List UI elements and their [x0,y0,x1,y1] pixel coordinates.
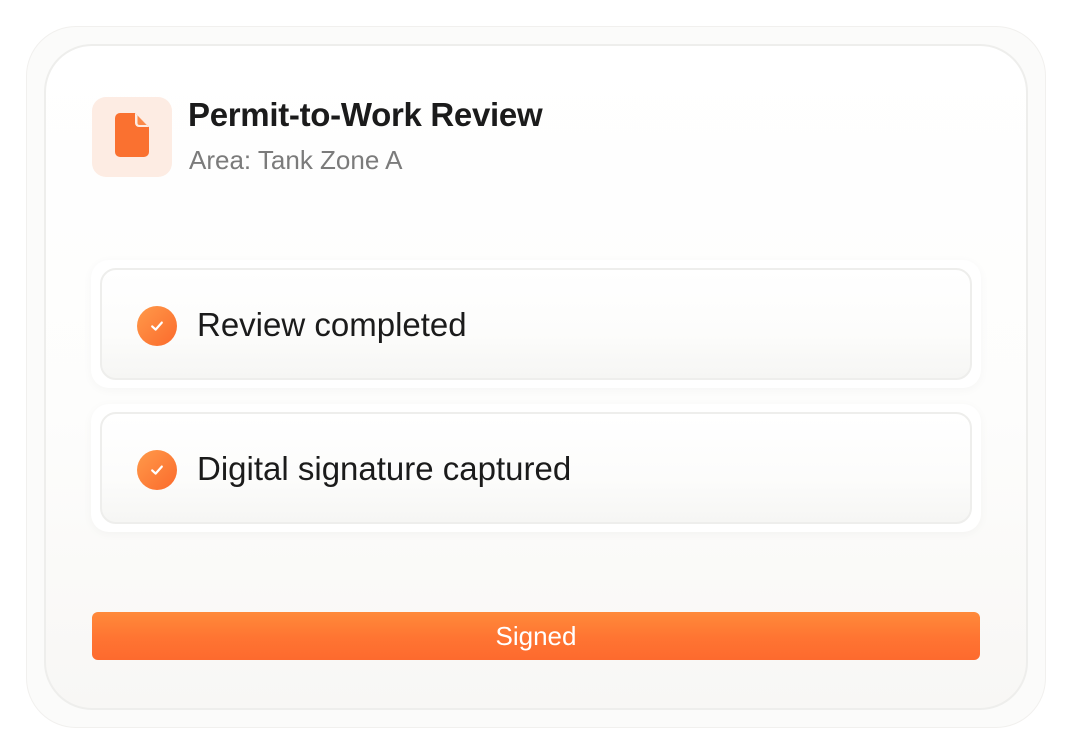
checklist-item-review: Review completed [91,260,981,388]
document-icon-tile [92,97,172,177]
checklist-item-signature: Digital signature captured [91,404,981,532]
page-title: Permit-to-Work Review [188,96,543,133]
check-icon [137,450,177,490]
signed-button[interactable]: Signed [92,612,980,660]
document-icon [115,112,149,162]
checklist-item-panel: Digital signature captured [100,412,972,524]
checklist-item-label: Digital signature captured [197,450,572,487]
check-icon [137,306,177,346]
area-subtitle: Area: Tank Zone A [189,145,403,175]
checklist-item-label: Review completed [197,306,467,343]
checklist-item-panel: Review completed [100,268,972,380]
